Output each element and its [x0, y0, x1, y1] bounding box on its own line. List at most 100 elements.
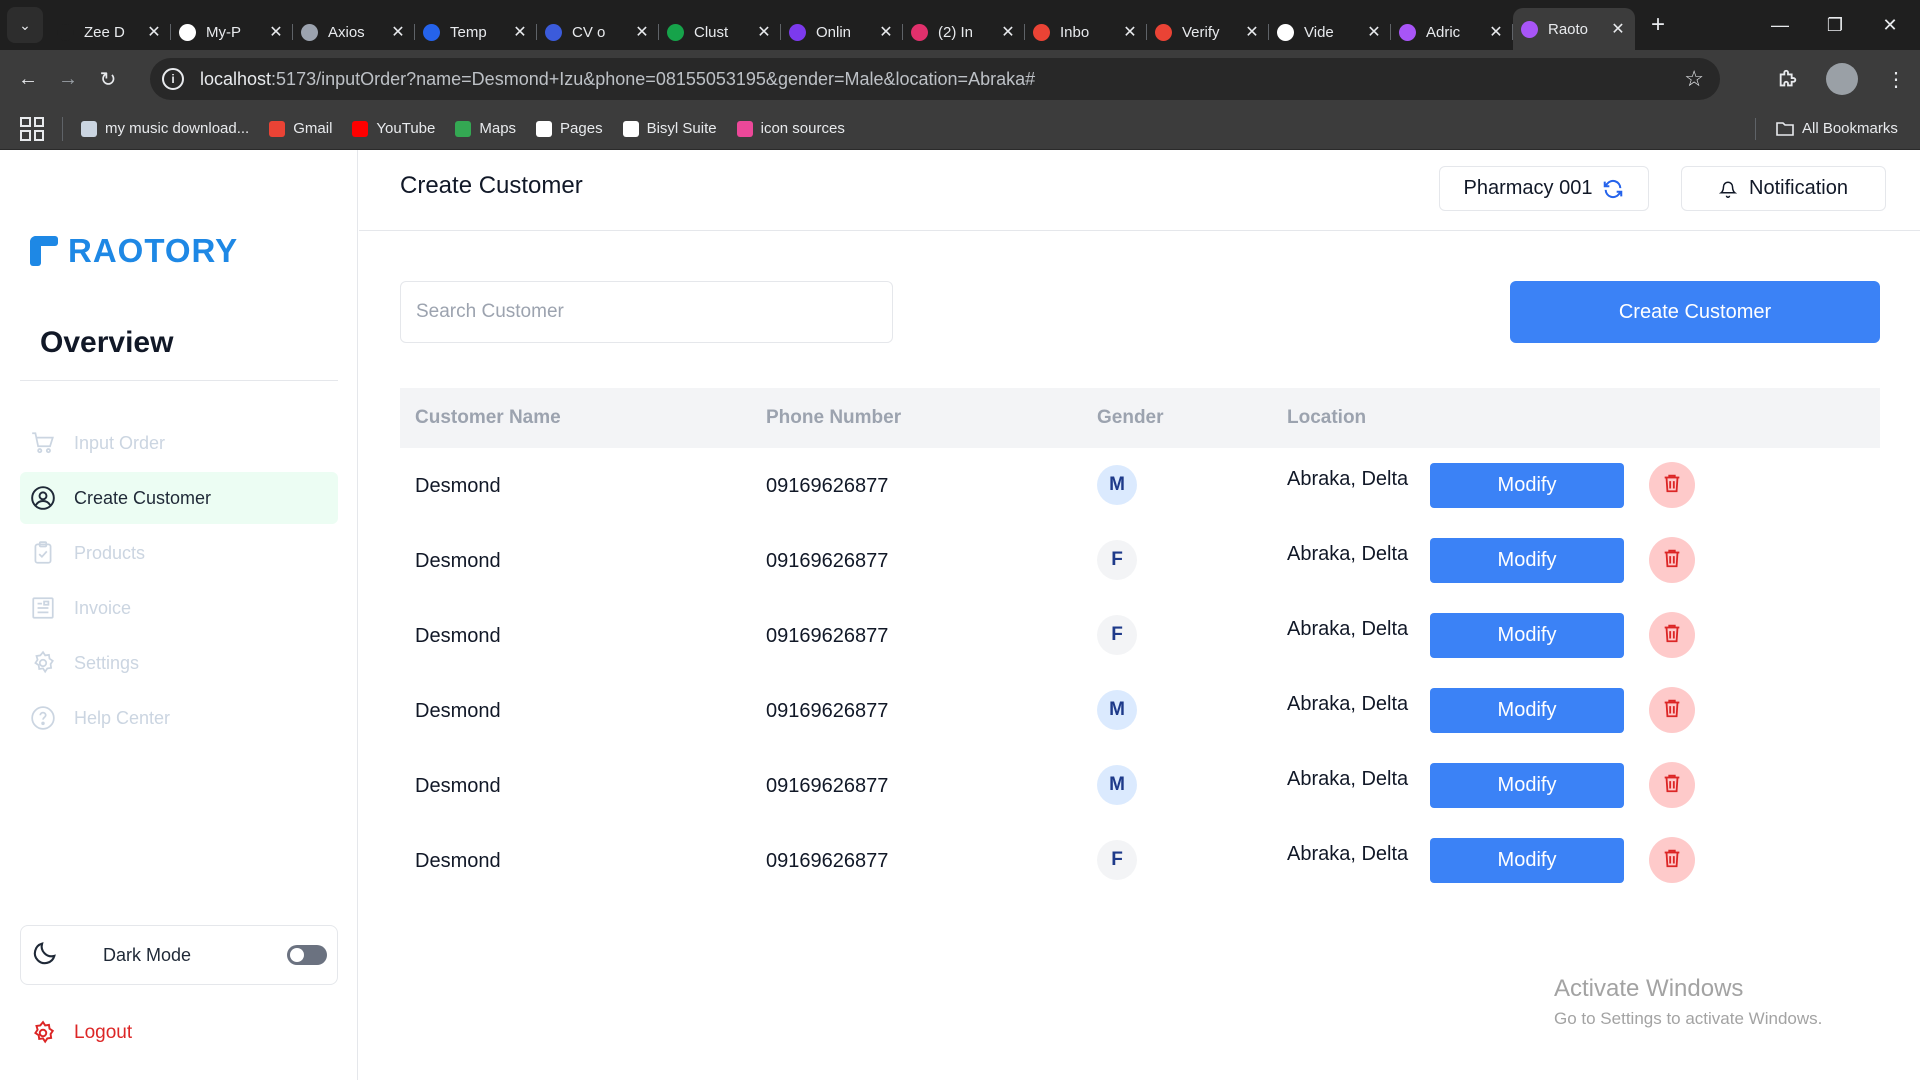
- create-customer-button[interactable]: Create Customer: [1510, 281, 1880, 343]
- close-icon[interactable]: ✕: [1121, 22, 1139, 42]
- tab-search-button[interactable]: ⌄: [7, 7, 43, 43]
- close-icon[interactable]: ✕: [511, 22, 529, 42]
- forward-button[interactable]: →: [48, 59, 88, 99]
- browser-tab[interactable]: Clust ✕: [659, 14, 781, 50]
- all-bookmarks-button[interactable]: All Bookmarks: [1776, 120, 1898, 137]
- bookmark-item[interactable]: Gmail: [269, 120, 332, 137]
- new-tab-button[interactable]: +: [1641, 8, 1675, 42]
- extensions-button[interactable]: [1768, 59, 1808, 99]
- close-icon[interactable]: ✕: [877, 22, 895, 42]
- bookmark-item[interactable]: icon sources: [736, 120, 845, 137]
- sidebar-item-input-order[interactable]: Input Order: [20, 417, 338, 469]
- close-icon[interactable]: ✕: [145, 22, 163, 42]
- close-icon[interactable]: ✕: [633, 22, 651, 42]
- cv-icon: [545, 23, 562, 41]
- column-header-phone: Phone Number: [766, 407, 902, 428]
- bookmark-star-icon[interactable]: ☆: [1684, 66, 1704, 92]
- close-icon[interactable]: ✕: [1609, 19, 1627, 39]
- gender-badge: F: [1097, 540, 1137, 580]
- apps-grid-icon[interactable]: [20, 116, 44, 141]
- modify-button[interactable]: Modify: [1430, 538, 1624, 583]
- browser-tab[interactable]: Zee D ✕: [49, 14, 171, 50]
- restore-button[interactable]: ❐: [1805, 0, 1865, 50]
- reload-button[interactable]: ↻: [88, 59, 128, 99]
- close-window-button[interactable]: ✕: [1860, 0, 1920, 50]
- logout-button[interactable]: Logout: [30, 1020, 132, 1046]
- modify-button[interactable]: Modify: [1430, 688, 1624, 733]
- sidebar: RAOTORY Overview Input Order Create Cust…: [0, 150, 358, 1080]
- browser-tab[interactable]: Temp ✕: [415, 14, 537, 50]
- bookmark-item[interactable]: Bisyl Suite: [622, 120, 717, 137]
- modify-button[interactable]: Modify: [1430, 613, 1624, 658]
- search-customer-input[interactable]: [400, 281, 893, 343]
- profile-avatar[interactable]: [1826, 63, 1858, 95]
- table-row: Desmond 09169626877 M Abraka, Delta Modify: [400, 748, 1880, 823]
- notification-button[interactable]: Notification: [1681, 166, 1886, 211]
- close-icon[interactable]: ✕: [999, 22, 1017, 42]
- sidebar-item-help-center[interactable]: Help Center: [20, 692, 338, 744]
- browser-tab[interactable]: (2) In ✕: [903, 14, 1025, 50]
- url-text: localhost:5173/inputOrder?name=Desmond+I…: [200, 68, 1036, 89]
- close-icon[interactable]: ✕: [389, 22, 407, 42]
- bookmarks-bar: my music download... Gmail YouTube Maps Page…: [0, 108, 1920, 150]
- modify-button[interactable]: Modify: [1430, 838, 1624, 883]
- sidebar-item-label: Settings: [74, 652, 140, 673]
- delete-button[interactable]: [1649, 687, 1695, 733]
- browser-tab[interactable]: Onlin ✕: [781, 14, 903, 50]
- delete-button[interactable]: [1649, 462, 1695, 508]
- sidebar-item-invoice[interactable]: Invoice: [20, 582, 338, 634]
- browser-tab[interactable]: Inbo ✕: [1025, 14, 1147, 50]
- dark-mode-toggle[interactable]: [287, 945, 327, 965]
- close-icon[interactable]: ✕: [1487, 22, 1505, 42]
- modify-button[interactable]: Modify: [1430, 463, 1624, 508]
- modify-button[interactable]: Modify: [1430, 763, 1624, 808]
- browser-tab[interactable]: My-P ✕: [171, 14, 293, 50]
- browser-tab[interactable]: Verify ✕: [1147, 14, 1269, 50]
- browser-tab-label: Raoto: [1548, 20, 1589, 38]
- browser-tab-label: Verify: [1182, 23, 1220, 41]
- browser-tab[interactable]: Vide ✕: [1269, 14, 1391, 50]
- delete-button[interactable]: [1649, 612, 1695, 658]
- pharmacy-label: Pharmacy 001: [1463, 177, 1593, 199]
- browser-tab[interactable]: CV o ✕: [537, 14, 659, 50]
- gmail-icon: [269, 120, 286, 137]
- sidebar-item-create-customer[interactable]: Create Customer: [20, 472, 338, 524]
- browser-tab[interactable]: Raoto ✕: [1513, 8, 1635, 50]
- browser-menu-button[interactable]: ⋮: [1876, 59, 1916, 99]
- sidebar-item-products[interactable]: Products: [20, 527, 338, 579]
- column-header-gender: Gender: [1097, 407, 1164, 428]
- close-icon[interactable]: ✕: [755, 22, 773, 42]
- customer-table: Customer Name Phone Number Gender Locati…: [400, 388, 1880, 898]
- bookmark-item[interactable]: my music download...: [81, 120, 249, 137]
- close-icon[interactable]: ✕: [1365, 22, 1383, 42]
- browser-tab-label: Adric: [1426, 23, 1461, 41]
- pharmacy-selector[interactable]: Pharmacy 001: [1439, 166, 1649, 211]
- browser-tab-label: Zee D: [84, 23, 125, 41]
- back-button[interactable]: ←: [8, 59, 48, 99]
- trash-icon: [1661, 472, 1683, 499]
- clipboard-icon: [30, 540, 56, 566]
- sidebar-item-settings[interactable]: Settings: [20, 637, 338, 689]
- dark-mode-row: Dark Mode: [20, 925, 338, 985]
- browser-tab[interactable]: Axios ✕: [293, 14, 415, 50]
- music-icon: [81, 120, 97, 137]
- delete-button[interactable]: [1649, 837, 1695, 883]
- brand-logo[interactable]: RAOTORY: [30, 232, 238, 270]
- bookmark-item[interactable]: YouTube: [352, 120, 435, 137]
- refresh-icon[interactable]: [1602, 178, 1624, 200]
- arrow-right-icon: →: [58, 67, 78, 90]
- github-icon: [536, 120, 553, 137]
- bookmark-item[interactable]: Maps: [455, 120, 516, 137]
- close-icon[interactable]: ✕: [1243, 22, 1261, 42]
- delete-button[interactable]: [1649, 762, 1695, 808]
- user-circle-icon: [30, 485, 56, 511]
- bookmark-item[interactable]: Pages: [536, 120, 603, 137]
- delete-button[interactable]: [1649, 537, 1695, 583]
- site-info-icon[interactable]: i: [162, 68, 184, 90]
- page-header: Create Customer Pharmacy 001 Notificatio…: [359, 150, 1920, 231]
- address-bar[interactable]: i localhost:5173/inputOrder?name=Desmond…: [150, 58, 1720, 100]
- close-icon[interactable]: ✕: [267, 22, 285, 42]
- browser-tab[interactable]: Adric ✕: [1391, 14, 1513, 50]
- minimize-button[interactable]: —: [1750, 0, 1810, 50]
- mongodb-icon: [667, 23, 684, 41]
